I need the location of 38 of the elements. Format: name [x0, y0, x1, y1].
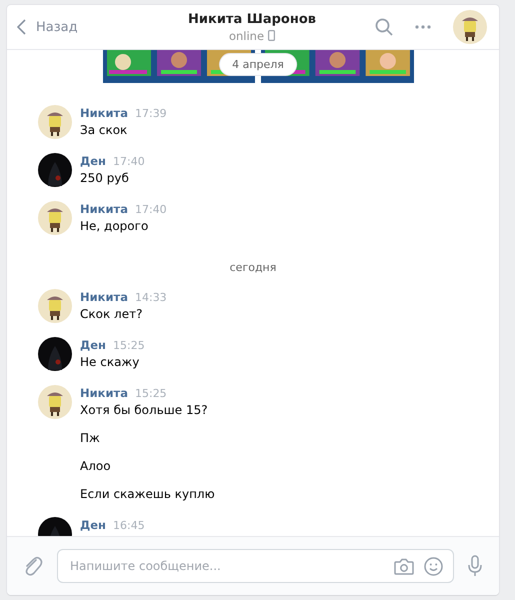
author-name[interactable]: Никита	[80, 386, 128, 401]
message-text: Пж	[80, 430, 101, 447]
message-text: За скок	[80, 122, 128, 139]
message-text: Скок лет?	[80, 306, 144, 323]
chevron-left-icon	[17, 19, 26, 35]
date-badge: 4 апреля	[220, 54, 296, 75]
message-text: Алоо	[80, 458, 112, 475]
date-divider: сегодня	[230, 261, 276, 274]
author-name[interactable]: Никита	[80, 202, 128, 217]
message-text: Хотя бы больше 15?	[80, 402, 209, 419]
message-text: Если скажешь куплю	[80, 486, 215, 503]
author-name[interactable]: Ден	[80, 518, 106, 533]
paperclip-icon[interactable]	[23, 555, 43, 577]
message-time: 16:45	[113, 518, 145, 533]
message-time: 17:39	[134, 106, 167, 121]
emoji-icon[interactable]	[424, 556, 443, 576]
message-time: 14:33	[134, 290, 167, 305]
microphone-icon[interactable]	[468, 555, 482, 577]
back-link[interactable]: Назад	[17, 19, 137, 35]
camera-icon[interactable]	[394, 558, 414, 574]
chat-title: Никита Шаронов	[188, 12, 316, 26]
author-name[interactable]: Никита	[80, 106, 128, 121]
online-status: online	[228, 28, 264, 42]
search-icon[interactable]	[375, 18, 393, 36]
message-input[interactable]: Напишите сообщение...	[57, 549, 454, 583]
message-time: 17:40	[134, 202, 167, 217]
avatar-icon	[453, 10, 487, 44]
message-time: 15:25	[113, 338, 145, 353]
message-text: Не скажу	[80, 354, 140, 371]
more-icon[interactable]	[415, 25, 431, 29]
message-text: Не, дорого	[80, 218, 150, 235]
message-time: 15:25	[134, 386, 167, 401]
author-name[interactable]: Никита	[80, 290, 128, 305]
phone-icon	[268, 30, 276, 41]
author-name[interactable]: Ден	[80, 154, 106, 169]
message-text: 250 руб	[80, 170, 130, 187]
message-time: 17:40	[113, 154, 145, 169]
author-name[interactable]: Ден	[80, 338, 106, 353]
